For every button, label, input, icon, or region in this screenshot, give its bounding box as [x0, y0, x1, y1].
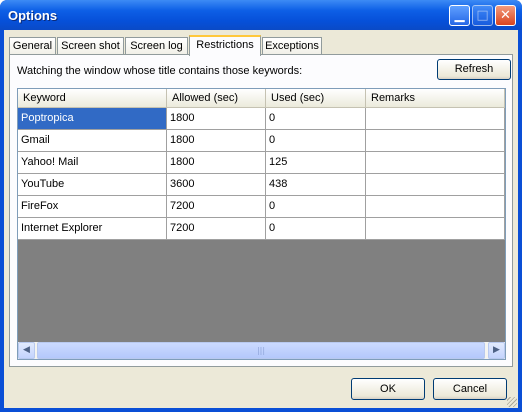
cell-remarks[interactable] — [366, 174, 505, 196]
grip-icon: ||| — [256, 346, 266, 355]
dialog-body: General Screen shot Screen log Restricti… — [4, 30, 518, 408]
minimize-icon: ▁ — [454, 8, 465, 23]
cell-used[interactable]: 0 — [266, 196, 366, 218]
maximize-icon: □ — [476, 8, 489, 23]
tab-screen-shot[interactable]: Screen shot — [57, 37, 124, 55]
cell-keyword[interactable]: FireFox — [18, 196, 167, 218]
cell-remarks[interactable] — [366, 196, 505, 218]
scroll-thumb[interactable]: ||| — [37, 342, 485, 359]
column-header-allowed[interactable]: Allowed (sec) — [167, 89, 266, 107]
column-header-used[interactable]: Used (sec) — [266, 89, 366, 107]
cell-allowed[interactable]: 1800 — [167, 152, 266, 174]
refresh-button[interactable]: Refresh — [437, 59, 511, 80]
grid-header: Keyword Allowed (sec) Used (sec) Remarks — [18, 89, 505, 108]
table-row[interactable]: YouTube 3600 438 — [18, 174, 505, 196]
close-icon: ✕ — [500, 8, 511, 23]
scroll-left-button[interactable]: ◀ — [18, 342, 35, 359]
horizontal-scrollbar[interactable]: ◀ ||| ▶ — [18, 342, 505, 359]
table-row[interactable]: Gmail 1800 0 — [18, 130, 505, 152]
options-window: Options ▁ □ ✕ General Screen shot Screen… — [0, 0, 522, 412]
cell-remarks[interactable] — [366, 218, 505, 240]
maximize-button: □ — [472, 5, 493, 26]
ok-button[interactable]: OK — [351, 378, 425, 400]
window-title: Options — [8, 8, 58, 23]
close-button[interactable]: ✕ — [495, 5, 516, 26]
minimize-button[interactable]: ▁ — [449, 5, 470, 26]
cell-remarks[interactable] — [366, 108, 505, 130]
cell-allowed[interactable]: 1800 — [167, 130, 266, 152]
tab-restrictions[interactable]: Restrictions — [189, 35, 261, 56]
restrictions-grid[interactable]: Keyword Allowed (sec) Used (sec) Remarks… — [17, 88, 506, 360]
restrictions-panel: Watching the window whose title contains… — [9, 54, 513, 367]
cell-allowed[interactable]: 7200 — [167, 196, 266, 218]
cancel-button[interactable]: Cancel — [433, 378, 507, 400]
cell-keyword[interactable]: Internet Explorer — [18, 218, 167, 240]
cell-keyword[interactable]: Yahoo! Mail — [18, 152, 167, 174]
table-row[interactable]: Yahoo! Mail 1800 125 — [18, 152, 505, 174]
cell-used[interactable]: 0 — [266, 108, 366, 130]
description-label: Watching the window whose title contains… — [17, 65, 303, 77]
scroll-right-button[interactable]: ▶ — [488, 342, 505, 359]
cell-keyword[interactable]: Poptropica — [18, 108, 167, 130]
chevron-left-icon: ◀ — [23, 345, 30, 355]
table-row[interactable]: Poptropica 1800 0 — [18, 108, 505, 130]
cell-allowed[interactable]: 7200 — [167, 218, 266, 240]
cell-allowed[interactable]: 3600 — [167, 174, 266, 196]
title-bar[interactable]: Options ▁ □ ✕ — [0, 0, 522, 30]
table-row[interactable]: Internet Explorer 7200 0 — [18, 218, 505, 240]
column-header-remarks[interactable]: Remarks — [366, 89, 505, 107]
tab-general[interactable]: General — [9, 37, 56, 55]
tab-screen-log[interactable]: Screen log — [125, 37, 188, 55]
tab-exceptions[interactable]: Exceptions — [262, 37, 322, 55]
cell-keyword[interactable]: Gmail — [18, 130, 167, 152]
cell-used[interactable]: 438 — [266, 174, 366, 196]
cell-allowed[interactable]: 1800 — [167, 108, 266, 130]
cell-used[interactable]: 0 — [266, 218, 366, 240]
column-header-keyword[interactable]: Keyword — [18, 89, 167, 107]
resize-grip-icon[interactable] — [507, 397, 517, 407]
chevron-right-icon: ▶ — [493, 345, 500, 355]
cell-used[interactable]: 0 — [266, 130, 366, 152]
table-row[interactable]: FireFox 7200 0 — [18, 196, 505, 218]
cell-keyword[interactable]: YouTube — [18, 174, 167, 196]
cell-used[interactable]: 125 — [266, 152, 366, 174]
cell-remarks[interactable] — [366, 152, 505, 174]
cell-remarks[interactable] — [366, 130, 505, 152]
